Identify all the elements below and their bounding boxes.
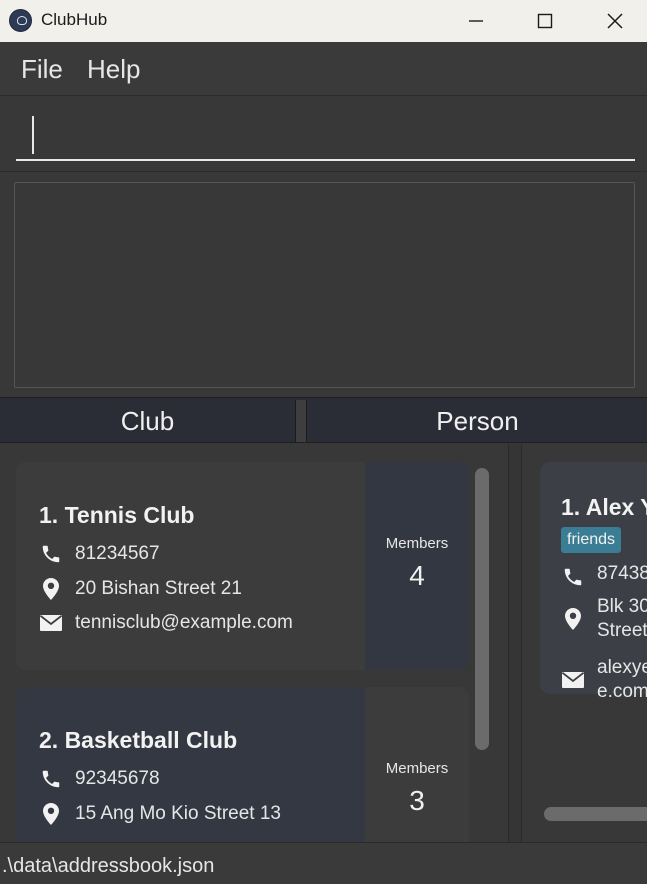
status-bar: .\data\addressbook.json [0,842,647,884]
tab-divider-handle[interactable] [295,400,307,442]
phone-icon [560,562,586,588]
club-phone: 92345678 [75,768,160,789]
phone-icon [38,768,64,790]
person-list: 1. Alex Y friends 87438 Blk 30 Street al… [522,444,647,842]
text-caret [32,116,34,154]
email-icon [560,656,586,704]
club-email-row: tennisclub@example.com [38,609,293,637]
members-label: Members [385,760,449,777]
tab-bar: Club Person [0,397,647,443]
club-name: 2. Basketball Club [39,727,238,753]
club-phone: 81234567 [75,543,160,564]
club-card[interactable]: 1. Tennis Club 81234567 20 Bishan Street… [16,462,469,670]
club-address: 15 Ang Mo Kio Street 13 [75,803,281,824]
club-name: 1. Tennis Club [39,502,195,528]
club-address-row: 15 Ang Mo Kio Street 13 [38,800,281,828]
members-count: 4 [409,560,425,591]
club-details: 2. Basketball Club 92345678 15 Ang Mo Ki… [16,687,365,842]
club-details: 1. Tennis Club 81234567 20 Bishan Street… [16,462,365,670]
window-title: ClubHub [41,10,108,29]
result-display-area [0,173,647,397]
panel-divider[interactable] [508,444,522,842]
club-address-row: 20 Bishan Street 21 [38,575,242,603]
club-email: tennisclub@example.com [75,612,293,633]
members-panel: Members 3 [365,687,469,842]
person-tag: friends [561,527,622,553]
result-display [14,182,635,388]
club-list-scrollbar[interactable] [475,468,489,750]
person-address: Blk 30 Street [597,596,647,641]
members-count: 3 [409,785,425,816]
app-window: ClubHub File Help Club Person 1. Tennis … [0,0,647,884]
location-pin-icon [38,802,64,826]
minimize-icon [469,20,483,22]
person-phone-row: 87438 [560,562,647,588]
maximize-button[interactable] [510,0,580,42]
location-pin-icon [38,577,64,601]
maximize-icon [537,13,553,29]
command-input[interactable] [16,109,635,161]
club-phone-row: 81234567 [38,540,160,568]
members-label: Members [385,535,449,552]
email-icon [38,614,64,632]
minimize-button[interactable] [441,0,511,42]
person-card[interactable]: 1. Alex Y friends 87438 Blk 30 Street al… [540,462,647,702]
menu-help[interactable]: Help [87,54,140,85]
title-bar: ClubHub [0,0,647,42]
tab-person[interactable]: Person [308,398,647,444]
person-phone: 87438 [597,563,647,584]
command-box [0,97,647,172]
location-pin-icon [560,595,586,643]
club-address: 20 Bishan Street 21 [75,578,242,599]
close-icon [607,13,623,29]
list-panels: 1. Tennis Club 81234567 20 Bishan Street… [0,444,647,842]
person-email: alexye e.com [597,657,647,702]
person-email-row: alexye e.com [560,656,647,704]
save-location-path: .\data\addressbook.json [2,855,215,877]
menu-file[interactable]: File [21,54,63,85]
person-address-row: Blk 30 Street [560,595,647,643]
close-button[interactable] [580,0,647,42]
phone-icon [38,543,64,565]
club-phone-row: 92345678 [38,765,160,793]
members-panel: Members 4 [365,462,469,670]
person-list-scrollbar[interactable] [544,807,647,821]
clubhub-logo-icon [9,9,32,32]
person-name: 1. Alex Y [561,494,647,520]
club-card[interactable]: 2. Basketball Club 92345678 15 Ang Mo Ki… [16,687,469,842]
club-list: 1. Tennis Club 81234567 20 Bishan Street… [0,444,508,842]
menu-bar: File Help [0,42,647,96]
tab-club[interactable]: Club [0,398,295,444]
